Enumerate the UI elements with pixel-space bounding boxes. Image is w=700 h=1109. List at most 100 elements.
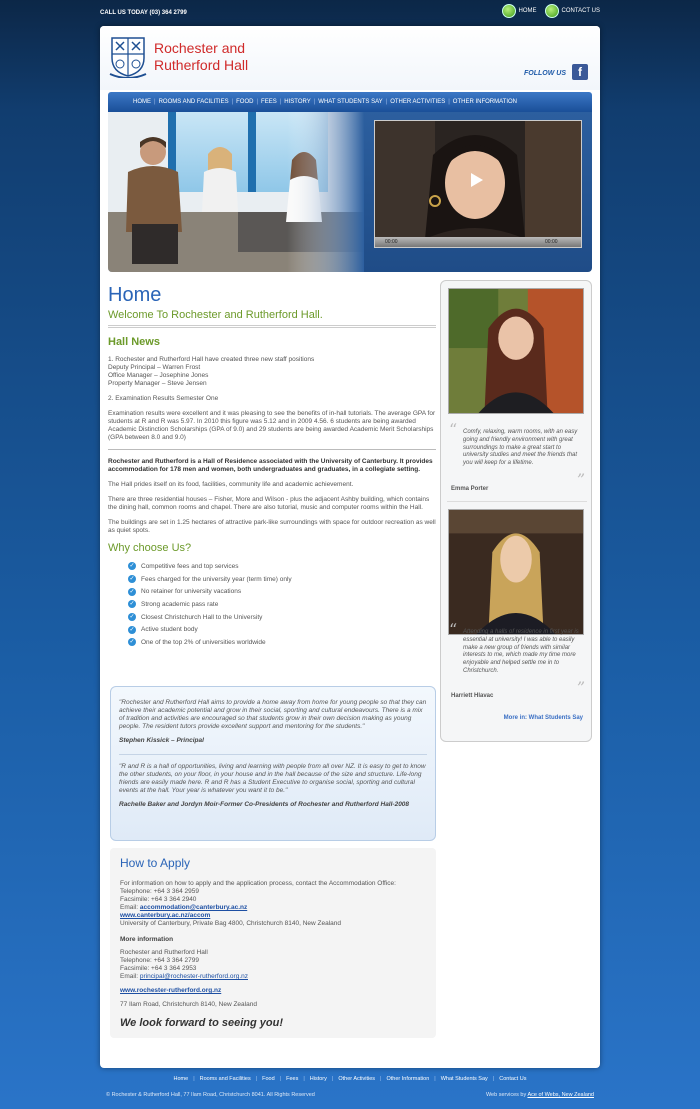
nav-fees[interactable]: FEES — [258, 99, 280, 105]
footer-link-contact[interactable]: Contact Us — [499, 1076, 526, 1082]
apply-line: For information on how to apply and the … — [120, 880, 396, 887]
hall-website-link[interactable]: www.rochester-rutherford.org.nz — [120, 987, 221, 994]
apply-email-row: Email: accommodation@canterbury.ac.nz — [120, 904, 426, 912]
nav-rooms[interactable]: ROOMS AND FACILITIES — [156, 99, 232, 105]
hall-name: Rochester and Rutherford Hall — [120, 949, 208, 956]
news-line: Property Manager – Steve Jensen — [108, 380, 207, 387]
presidents-quote-author: Rachelle Baker and Jordyn Moir-Former Co… — [119, 801, 410, 808]
footer-link-rooms[interactable]: Rooms and Facilities — [200, 1076, 251, 1082]
facebook-icon[interactable]: f — [572, 64, 588, 80]
quote-divider — [119, 754, 427, 755]
reason-text: Closest Christchurch Hall to the Univers… — [141, 613, 263, 621]
video-time-end: 00:00 — [545, 239, 558, 245]
why-choose-heading: Why choose Us? — [108, 542, 192, 554]
students-photo — [108, 112, 364, 272]
top-home-label: HOME — [518, 8, 537, 14]
crest-logo-icon[interactable] — [108, 34, 148, 78]
follow-us-label: FOLLOW US — [524, 70, 566, 77]
list-item: ✓ Competitive fees and top services — [128, 560, 436, 573]
footer-link-food[interactable]: Food — [262, 1076, 275, 1082]
footer-link-home[interactable]: Home — [174, 1076, 189, 1082]
check-icon: ✓ — [128, 587, 136, 596]
news-item-2: 2. Examination Results Semester One — [108, 395, 219, 402]
testimonial-quotes-box: "Rochester and Rutherford Hall aims to p… — [110, 686, 436, 841]
list-item: ✓ Active student body — [128, 623, 436, 636]
copyright-text: © Rochester & Rutherford Hall, 77 Ilam R… — [106, 1092, 315, 1098]
header: Rochester and Rutherford Hall FOLLOW US … — [100, 26, 600, 90]
reason-text: One of the top 2% of universities worldw… — [141, 638, 266, 646]
top-contact-link[interactable]: CONTACT US — [544, 4, 600, 18]
reason-text: Fees charged for the university year (te… — [141, 575, 292, 583]
list-item: ✓ One of the top 2% of universities world… — [128, 636, 436, 649]
apply-fax: Facsimile: +64 3 364 2940 — [120, 896, 197, 903]
divider — [108, 449, 436, 450]
list-item: ✓ No retainer for university vacations — [128, 585, 436, 598]
hall-fax: Facsimile: +64 3 364 2953 — [120, 965, 197, 972]
nav-other-info[interactable]: OTHER INFORMATION — [450, 99, 520, 105]
web-services-label: Web services by — [485, 1092, 528, 1098]
harriett-testimonial: “ Attending a halls of residence in firs… — [449, 620, 585, 696]
page-container: Rochester and Rutherford Hall FOLLOW US … — [100, 26, 600, 1068]
reason-text: No retainer for university vacations — [141, 588, 242, 596]
more-info-heading: More information — [120, 936, 174, 943]
check-icon: ✓ — [128, 562, 136, 571]
nav-activities[interactable]: OTHER ACTIVITIES — [387, 99, 448, 105]
page-title: Home — [108, 284, 162, 306]
emma-testimonial: “ Comfy, relaxing, warm rooms, with an e… — [449, 422, 585, 488]
email-label: Email: — [120, 904, 140, 911]
nav-students-say[interactable]: WHAT STUDENTS SAY — [315, 99, 385, 105]
intro-paragraph: Rochester and Rutherford is a Hall of Re… — [108, 458, 433, 473]
hall-email-row: Email: principal@rochester-rutherford.or… — [120, 973, 426, 981]
principal-email-link[interactable]: principal@rochester-rutherford.org.nz — [140, 973, 248, 980]
site-logo-text[interactable]: Rochester and Rutherford Hall — [154, 40, 248, 74]
footer-link-history[interactable]: History — [310, 1076, 327, 1082]
apply-phone: Telephone: +64 3 364 2959 — [120, 888, 199, 895]
hero-banner: 00:00 00:00 — [108, 112, 592, 272]
hall-contact: Rochester and Rutherford Hall Telephone:… — [120, 949, 426, 1009]
ace-of-webs-link[interactable]: Ace of Webs, New Zealand — [527, 1092, 594, 1098]
check-icon: ✓ — [128, 575, 136, 584]
emma-testimonial-text: Comfy, relaxing, warm rooms, with an eas… — [463, 429, 578, 467]
main-nav: HOME | ROOMS AND FACILITIES | FOOD | FEES | … — [108, 92, 592, 112]
check-icon: ✓ — [128, 625, 136, 634]
accommodation-email-link[interactable]: accommodation@canterbury.ac.nz — [140, 904, 247, 911]
top-bar: CALL US TODAY (03) 364 2799 HOME CONTACT… — [100, 0, 600, 26]
play-icon[interactable] — [471, 173, 483, 187]
web-services-credit: Web services by Ace of Webs, New Zealand — [486, 1092, 594, 1098]
main-content: Home Welcome To Rochester and Rutherford… — [108, 284, 436, 649]
footer-nav: Home | Rooms and Facilities | Food | Fees | … — [173, 1076, 527, 1082]
video-player[interactable]: 00:00 00:00 — [374, 120, 582, 248]
top-contact-label: CONTACT US — [561, 8, 600, 14]
nav-home[interactable]: HOME — [130, 99, 154, 105]
more-students-say-link[interactable]: More in: What Students Say — [504, 715, 583, 721]
contact-icon — [544, 4, 559, 18]
video-controls[interactable]: 00:00 00:00 — [375, 237, 581, 247]
top-links: HOME CONTACT US — [501, 4, 600, 18]
harriett-hlavac-photo — [448, 509, 584, 635]
emma-porter-photo — [448, 288, 584, 414]
principal-quote-author: Stephen Kissick – Principal — [119, 737, 204, 744]
canterbury-accom-link[interactable]: www.canterbury.ac.nz/accom — [120, 912, 210, 919]
harriett-testimonial-text: Attending a halls of residence in first … — [463, 629, 579, 674]
principal-quote: "Rochester and Rutherford Hall aims to p… — [119, 699, 427, 730]
open-quote-icon: “ — [449, 620, 458, 639]
emma-name: Emma Porter — [451, 486, 489, 492]
presidents-quote: "R and R is a hall of opportunities, liv… — [119, 763, 426, 794]
footer-link-other-info[interactable]: Other Information — [386, 1076, 429, 1082]
nav-history[interactable]: HISTORY — [281, 99, 313, 105]
footer-link-fees[interactable]: Fees — [286, 1076, 298, 1082]
footer-link-activities[interactable]: Other Activities — [338, 1076, 375, 1082]
look-forward-text: We look forward to seeing you! — [120, 1017, 283, 1029]
hall-address: 77 Ilam Road, Christchurch 8140, New Zea… — [120, 1001, 257, 1008]
top-home-link[interactable]: HOME — [501, 4, 537, 18]
hall-phone: Telephone: +64 3 364 2799 — [120, 957, 199, 964]
body-paragraph: The Hall prides itself on its food, faci… — [108, 481, 354, 488]
news-line: Deputy Principal – Warren Frost — [108, 364, 201, 371]
how-to-apply-box: How to Apply For information on how to a… — [110, 848, 436, 1038]
divider — [447, 501, 587, 502]
reason-text: Active student body — [141, 626, 198, 634]
footer: Home | Rooms and Facilities | Food | Fees | … — [100, 1068, 600, 1109]
footer-link-students-say[interactable]: What Students Say — [441, 1076, 488, 1082]
nav-food[interactable]: FOOD — [233, 99, 256, 105]
video-time-start: 00:00 — [385, 239, 398, 245]
